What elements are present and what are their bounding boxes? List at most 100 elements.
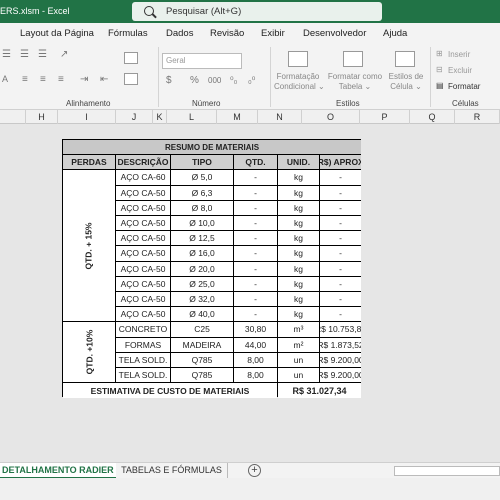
text-right-icon[interactable]: ≡	[58, 74, 64, 85]
cell-styles-icon[interactable]	[395, 51, 415, 67]
column-header-o[interactable]: O	[302, 110, 360, 124]
table-cell[interactable]: FORMAS	[116, 337, 170, 352]
table-cell[interactable]: R$ 10.753,82	[320, 322, 361, 337]
loss-group-cell[interactable]: QTD. + 15%	[63, 170, 115, 322]
table-cell[interactable]: 30,80	[234, 322, 277, 337]
table-cell[interactable]: TELA SOLD.	[116, 352, 170, 367]
table-header[interactable]: UNID.	[278, 155, 319, 170]
menu-revisao[interactable]: Revisão	[210, 28, 244, 39]
table-cell[interactable]: AÇO CA-50	[116, 200, 170, 215]
table-cell[interactable]: Q785	[171, 352, 233, 367]
table-cell[interactable]: R$ 1.873,52	[320, 337, 361, 352]
menu-desenvolvedor[interactable]: Desenvolvedor	[303, 28, 366, 39]
table-cell[interactable]: Ø 6,3	[171, 185, 233, 200]
table-cell[interactable]: AÇO CA-50	[116, 261, 170, 276]
table-cell[interactable]: AÇO CA-50	[116, 307, 170, 322]
table-cell[interactable]: kg	[278, 246, 319, 261]
table-cell[interactable]: -	[320, 261, 361, 276]
outdent-icon[interactable]: ⇤	[100, 74, 108, 85]
table-header[interactable]: QTD.	[234, 155, 277, 170]
table-cell[interactable]: -	[320, 307, 361, 322]
table-cell[interactable]: Ø 10,0	[171, 216, 233, 231]
number-format-dropdown[interactable]: Geral	[162, 53, 242, 69]
table-cell[interactable]: CONCRETO	[116, 322, 170, 337]
text-center-icon[interactable]: ≡	[40, 74, 46, 85]
format-as-table-icon[interactable]	[343, 51, 363, 67]
table-cell[interactable]: -	[320, 231, 361, 246]
column-header-m[interactable]: M	[217, 110, 258, 124]
table-cell[interactable]: kg	[278, 307, 319, 322]
table-cell[interactable]: kg	[278, 170, 319, 185]
table-cell[interactable]: -	[234, 276, 277, 291]
horizontal-scrollbar[interactable]	[394, 466, 500, 476]
table-cell[interactable]: -	[320, 185, 361, 200]
table-cell[interactable]: AÇO CA-50	[116, 231, 170, 246]
add-sheet-icon[interactable]: +	[248, 464, 261, 477]
decimal-decrease-icon[interactable]: ₀⁰	[248, 75, 255, 86]
table-cell[interactable]: -	[320, 216, 361, 231]
table-cell[interactable]: kg	[278, 200, 319, 215]
table-cell[interactable]: -	[320, 246, 361, 261]
table-cell[interactable]: -	[234, 170, 277, 185]
table-cell[interactable]: m²	[278, 337, 319, 352]
table-cell[interactable]: kg	[278, 292, 319, 307]
table-title[interactable]: RESUMO DE MATERIAIS	[63, 140, 361, 155]
percent-icon[interactable]: %	[190, 75, 199, 86]
total-label[interactable]: ESTIMATIVA DE CUSTO DE MATERIAIS	[63, 383, 277, 399]
table-cell[interactable]: AÇO CA-50	[116, 292, 170, 307]
thousands-icon[interactable]: 000	[208, 76, 221, 85]
inserir-button[interactable]: Inserir	[448, 50, 470, 59]
table-cell[interactable]: 8,00	[234, 368, 277, 383]
menu-layout-pagina[interactable]: Layout da Página	[20, 28, 94, 39]
table-cell[interactable]: Ø 25,0	[171, 276, 233, 291]
table-cell[interactable]: -	[320, 170, 361, 185]
table-cell[interactable]: AÇO CA-50	[116, 216, 170, 231]
column-header-k[interactable]: K	[153, 110, 167, 124]
column-header-h[interactable]: H	[26, 110, 58, 124]
excluir-button[interactable]: Excluir	[448, 66, 472, 75]
table-cell[interactable]: kg	[278, 261, 319, 276]
table-cell[interactable]: Ø 16,0	[171, 246, 233, 261]
text-left-icon[interactable]: ≡	[22, 74, 28, 85]
table-cell[interactable]: un	[278, 368, 319, 383]
table-cell[interactable]: kg	[278, 185, 319, 200]
table-header[interactable]: PERDAS	[63, 155, 115, 170]
menu-ajuda[interactable]: Ajuda	[383, 28, 407, 39]
column-header-p[interactable]: P	[360, 110, 410, 124]
table-cell[interactable]: kg	[278, 216, 319, 231]
table-cell[interactable]: -	[320, 276, 361, 291]
formatacao-condicional-button[interactable]: Formatação Condicional ⌄	[274, 72, 325, 92]
table-cell[interactable]: -	[234, 292, 277, 307]
table-cell[interactable]: -	[234, 216, 277, 231]
table-cell[interactable]: -	[234, 261, 277, 276]
column-header-j[interactable]: J	[116, 110, 153, 124]
indent-icon[interactable]: ⇥	[80, 74, 88, 85]
table-cell[interactable]: AÇO CA-50	[116, 276, 170, 291]
table-cell[interactable]: un	[278, 352, 319, 367]
table-cell[interactable]: 8,00	[234, 352, 277, 367]
column-header-q[interactable]: Q	[410, 110, 455, 124]
table-cell[interactable]: -	[234, 185, 277, 200]
search-box[interactable]: Pesquisar (Alt+G)	[132, 2, 382, 21]
formatar-como-tabela-button[interactable]: Formatar como Tabela ⌄	[326, 72, 384, 92]
table-header[interactable]: DESCRIÇÃO	[116, 155, 170, 170]
table-cell[interactable]: AÇO CA-50	[116, 246, 170, 261]
table-cell[interactable]: AÇO CA-50	[116, 185, 170, 200]
menu-formulas[interactable]: Fórmulas	[108, 28, 148, 39]
column-header-r[interactable]: R	[455, 110, 500, 124]
table-cell[interactable]: Ø 5,0	[171, 170, 233, 185]
table-cell[interactable]: R$ 9.200,00	[320, 368, 361, 383]
decimal-increase-icon[interactable]: ⁰₀	[230, 75, 237, 86]
tab-tabelas-formulas[interactable]: TABELAS E FÓRMULAS	[116, 463, 228, 479]
orientation-icon[interactable]: ↗	[60, 49, 68, 60]
table-cell[interactable]: AÇO CA-60	[116, 170, 170, 185]
table-cell[interactable]: kg	[278, 231, 319, 246]
table-header[interactable]: TIPO	[171, 155, 233, 170]
wrap-text-icon[interactable]	[124, 52, 138, 64]
total-value[interactable]: R$ 31.027,34	[278, 383, 361, 399]
table-cell[interactable]: -	[320, 200, 361, 215]
table-cell[interactable]: TELA SOLD.	[116, 368, 170, 383]
table-cell[interactable]: -	[320, 292, 361, 307]
column-header-l[interactable]: L	[167, 110, 217, 124]
formatar-button[interactable]: Formatar	[448, 82, 480, 91]
